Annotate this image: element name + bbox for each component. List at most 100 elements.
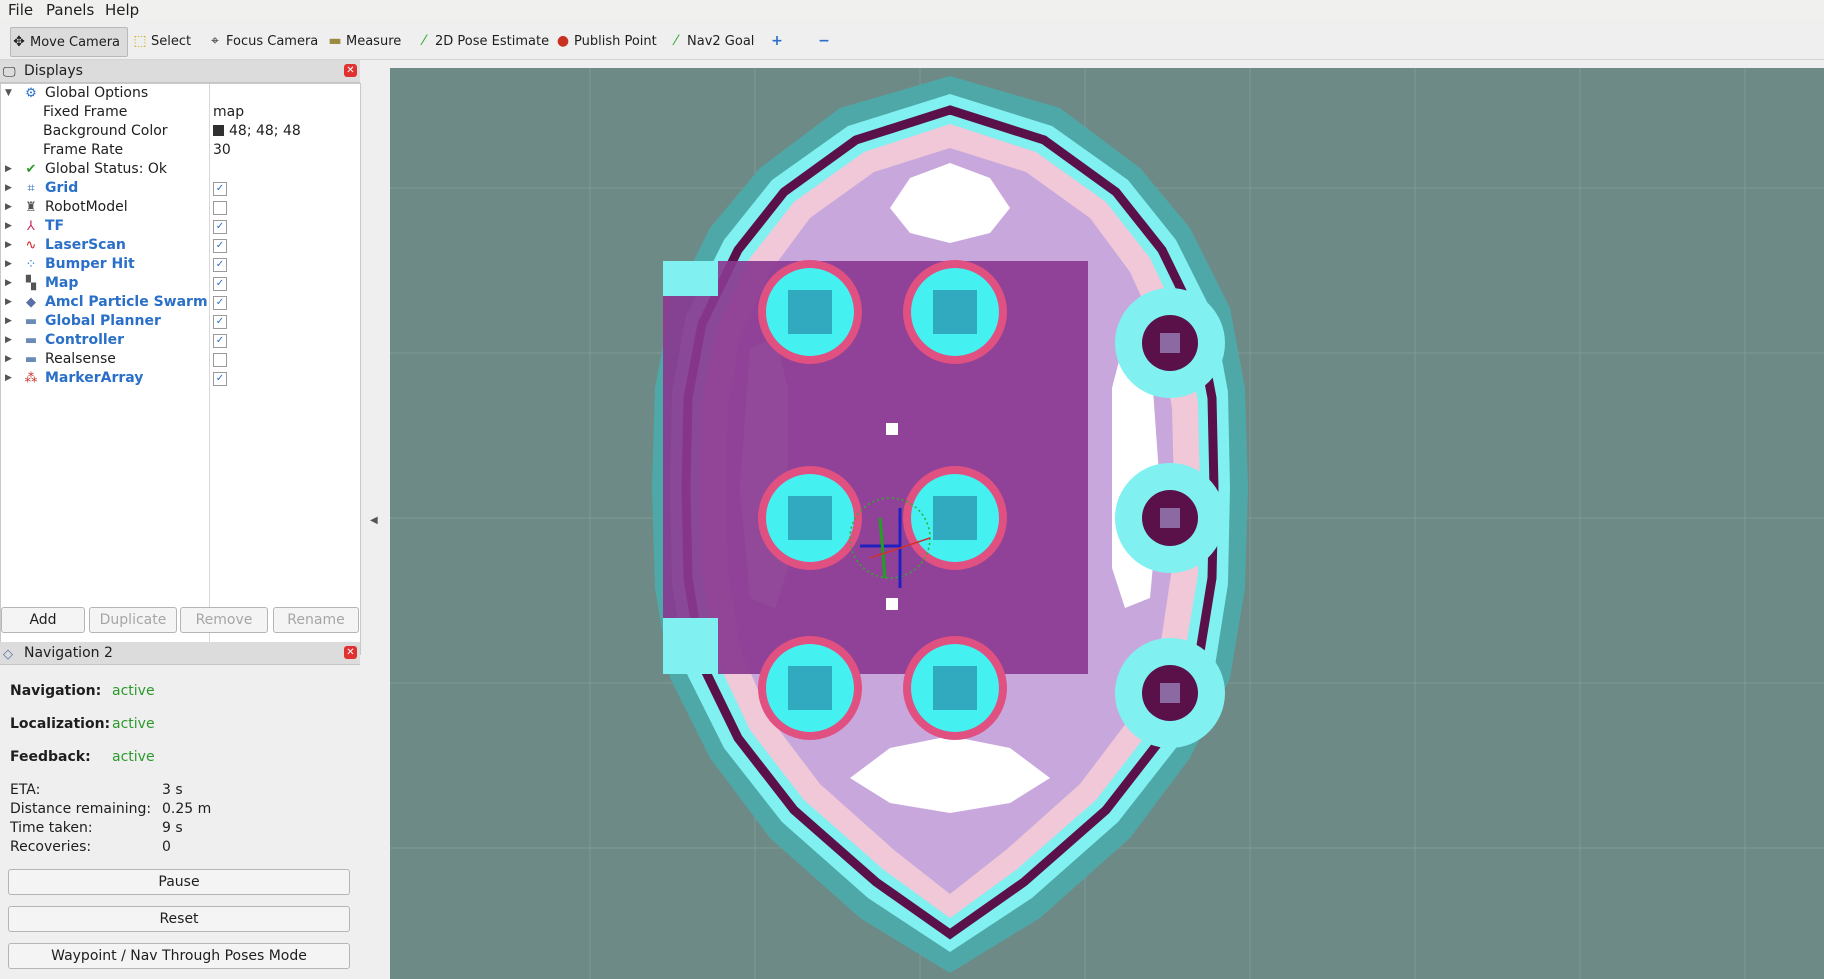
fixed-frame-value[interactable]: map <box>213 103 244 122</box>
publish-point-icon: ● <box>556 33 570 49</box>
feedback-status: active <box>112 749 155 765</box>
grid-checkbox[interactable]: ✓ <box>213 182 227 196</box>
expand-arrow-icon[interactable]: ▶ <box>5 369 12 388</box>
tree-row-robotmodel[interactable]: ▶ ♜ RobotModel <box>1 198 360 217</box>
navigation-label: Navigation: <box>10 683 102 699</box>
menu-help[interactable]: Help <box>105 0 139 20</box>
laserscan-label: LaserScan <box>45 237 126 253</box>
tree-row-laserscan[interactable]: ▶ ∿ LaserScan ✓ <box>1 236 360 255</box>
expand-arrow-icon[interactable]: ▶ <box>5 293 12 312</box>
robotmodel-label: RobotModel <box>45 199 128 215</box>
expand-arrow-icon[interactable]: ▶ <box>5 198 12 217</box>
pause-button[interactable]: Pause <box>8 869 350 895</box>
duplicate-button[interactable]: Duplicate <box>89 607 177 633</box>
focus-camera-label: Focus Camera <box>226 34 319 49</box>
tree-row-tf[interactable]: ▶ ⅄ TF ✓ <box>1 217 360 236</box>
menu-file[interactable]: File <box>8 0 33 20</box>
map-3d-view[interactable] <box>390 68 1824 979</box>
expand-arrow-icon[interactable]: ▶ <box>5 217 12 236</box>
select-button[interactable]: ⬚ Select <box>132 27 191 55</box>
gear-icon: ⚙ <box>25 86 37 101</box>
tree-row-markerarray[interactable]: ▶ ⁂ MarkerArray ✓ <box>1 369 360 388</box>
expand-arrow-icon[interactable]: ▶ <box>5 255 12 274</box>
fixed-frame-label: Fixed Frame <box>43 104 128 120</box>
publish-point-button[interactable]: ● Publish Point <box>555 27 657 55</box>
expand-arrow-icon[interactable]: ▶ <box>5 274 12 293</box>
global-planner-checkbox[interactable]: ✓ <box>213 315 227 329</box>
tf-checkbox[interactable]: ✓ <box>213 220 227 234</box>
tree-row-controller[interactable]: ▶ ▬ Controller ✓ <box>1 331 360 350</box>
pose-estimate-icon: ⁄ <box>422 33 426 49</box>
navigation-status: active <box>112 683 155 699</box>
markerarray-checkbox[interactable]: ✓ <box>213 372 227 386</box>
menu-bar: File Panels Help <box>0 0 1824 20</box>
nav2-goal-button[interactable]: ⁄ Nav2 Goal <box>668 27 755 55</box>
folder-icon: ▬ <box>24 314 38 329</box>
remove-button[interactable]: Remove <box>180 607 268 633</box>
measure-button[interactable]: ▬ Measure <box>327 27 401 55</box>
nav2-header: ◇ Navigation 2 ✕ <box>0 642 360 665</box>
tree-row-global-options[interactable]: ▼ ⚙ Global Options <box>1 84 360 103</box>
reset-button[interactable]: Reset <box>8 906 350 932</box>
expand-arrow-icon[interactable]: ▶ <box>5 331 12 350</box>
expand-arrow-icon[interactable]: ▶ <box>5 350 12 369</box>
expand-arrow-icon[interactable]: ▶ <box>5 160 12 179</box>
laserscan-checkbox[interactable]: ✓ <box>213 239 227 253</box>
add-button[interactable]: Add <box>1 607 85 633</box>
background-color-value[interactable]: 48; 48; 48 <box>213 122 301 141</box>
recoveries-value: 0 <box>162 839 171 855</box>
localization-label: Localization: <box>10 716 111 732</box>
tree-row-background-color[interactable]: Background Color 48; 48; 48 <box>1 122 360 141</box>
robotmodel-checkbox[interactable] <box>213 201 227 215</box>
measure-label: Measure <box>346 34 402 49</box>
select-label: Select <box>151 34 192 49</box>
rename-button[interactable]: Rename <box>273 607 359 633</box>
tree-row-grid[interactable]: ▶ ⌗ Grid ✓ <box>1 179 360 198</box>
amcl-particle-swarm-checkbox[interactable]: ✓ <box>213 296 227 310</box>
pointcloud-icon: ⁘ <box>25 257 37 272</box>
global-planner-label: Global Planner <box>45 313 161 329</box>
remove-tool-button[interactable]: − <box>816 27 835 55</box>
focus-camera-icon: ⌖ <box>211 33 219 49</box>
expand-arrow-icon[interactable]: ▶ <box>5 236 12 255</box>
frame-rate-value[interactable]: 30 <box>213 141 231 160</box>
realsense-checkbox[interactable] <box>213 353 227 367</box>
tree-row-amcl-particle-swarm[interactable]: ▶ ◆ Amcl Particle Swarm ✓ <box>1 293 360 312</box>
tree-row-realsense[interactable]: ▶ ▬ Realsense <box>1 350 360 369</box>
amcl-particle-swarm-label: Amcl Particle Swarm <box>45 294 208 310</box>
measure-icon: ▬ <box>328 33 342 49</box>
tree-row-bumper-hit[interactable]: ▶ ⁘ Bumper Hit ✓ <box>1 255 360 274</box>
controller-checkbox[interactable]: ✓ <box>213 334 227 348</box>
bumper-hit-checkbox[interactable]: ✓ <box>213 258 227 272</box>
tree-row-frame-rate[interactable]: Frame Rate 30 <box>1 141 360 160</box>
displays-header: 🖵 Displays ✕ <box>0 60 360 83</box>
collapse-arrow-icon[interactable]: ◀ <box>370 515 378 526</box>
folder-icon: ▬ <box>24 333 38 348</box>
map-checkbox[interactable]: ✓ <box>213 277 227 291</box>
add-tool-icon: + <box>771 33 783 49</box>
close-icon[interactable]: ✕ <box>344 646 357 659</box>
tree-row-global-status[interactable]: ▶ ✔ Global Status: Ok <box>1 160 360 179</box>
expand-arrow-icon[interactable]: ▼ <box>5 84 12 103</box>
move-camera-button[interactable]: ✥ Move Camera <box>10 27 128 57</box>
focus-camera-button[interactable]: ⌖ Focus Camera <box>207 27 318 55</box>
laserscan-icon: ∿ <box>25 238 37 253</box>
remove-tool-icon: − <box>818 33 830 49</box>
add-tool-button[interactable]: + <box>769 27 788 55</box>
publish-point-label: Publish Point <box>574 34 657 49</box>
pose-estimate-button[interactable]: ⁄ 2D Pose Estimate <box>416 27 549 55</box>
feedback-label: Feedback: <box>10 749 91 765</box>
expand-arrow-icon[interactable]: ▶ <box>5 312 12 331</box>
background-color-label: Background Color <box>43 123 168 139</box>
background-color-text: 48; 48; 48 <box>229 123 301 139</box>
waypoint-mode-button[interactable]: Waypoint / Nav Through Poses Mode <box>8 943 350 969</box>
displays-title: Displays <box>24 63 83 79</box>
close-icon[interactable]: ✕ <box>344 64 357 77</box>
tf-icon: ⅄ <box>27 219 35 234</box>
tree-row-map[interactable]: ▶ ▚ Map ✓ <box>1 274 360 293</box>
nav2-goal-icon: ⁄ <box>674 33 678 49</box>
tree-row-global-planner[interactable]: ▶ ▬ Global Planner ✓ <box>1 312 360 331</box>
tree-row-fixed-frame[interactable]: Fixed Frame map <box>1 103 360 122</box>
expand-arrow-icon[interactable]: ▶ <box>5 179 12 198</box>
menu-panels[interactable]: Panels <box>46 0 94 20</box>
